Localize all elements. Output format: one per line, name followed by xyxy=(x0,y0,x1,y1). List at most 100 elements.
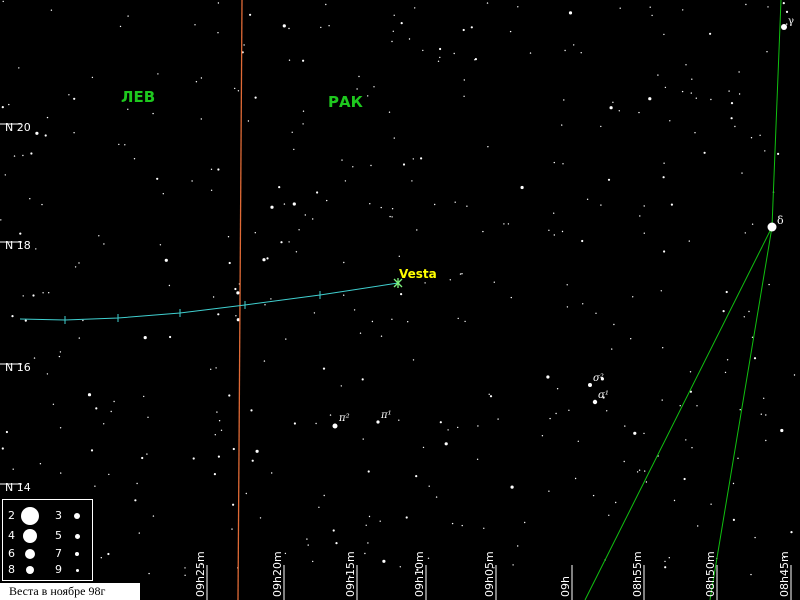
field-star xyxy=(546,375,550,379)
field-star xyxy=(210,168,213,170)
field-star xyxy=(283,203,286,205)
field-star xyxy=(487,146,489,148)
field-star xyxy=(520,185,524,190)
field-star xyxy=(234,87,236,90)
field-star xyxy=(748,310,750,313)
field-star xyxy=(663,162,665,164)
field-star xyxy=(503,223,505,225)
field-star xyxy=(782,1,785,5)
field-star xyxy=(35,248,37,250)
field-star xyxy=(765,414,767,416)
field-star xyxy=(407,321,409,323)
field-star xyxy=(280,241,283,244)
field-star xyxy=(439,47,442,51)
field-star xyxy=(44,134,47,137)
field-star xyxy=(739,409,741,411)
field-star xyxy=(600,204,602,206)
dec-tick-label: N 18 xyxy=(5,239,31,252)
field-star xyxy=(648,97,652,101)
field-star xyxy=(615,501,617,504)
ra-tick-label: 09h xyxy=(559,576,572,597)
field-star xyxy=(232,503,235,506)
field-star xyxy=(210,368,212,370)
field-star xyxy=(607,178,611,181)
field-star xyxy=(361,378,364,381)
field-star xyxy=(751,223,754,225)
field-star xyxy=(750,573,752,576)
field-star xyxy=(1,447,4,450)
field-star xyxy=(262,258,266,262)
field-star xyxy=(422,49,424,52)
field-star xyxy=(22,295,24,297)
field-star xyxy=(437,60,440,62)
field-star xyxy=(103,243,105,245)
star-sigma1[interactable]: σ¹ xyxy=(592,390,609,405)
field-star xyxy=(710,98,712,101)
field-star xyxy=(237,90,240,92)
field-star xyxy=(2,0,4,3)
field-star xyxy=(100,557,103,559)
field-star xyxy=(741,172,743,174)
field-star xyxy=(245,492,247,495)
field-star xyxy=(509,30,512,33)
field-star xyxy=(461,273,463,275)
field-star xyxy=(162,193,164,195)
field-star xyxy=(638,469,641,471)
field-star xyxy=(293,148,295,151)
field-star xyxy=(412,158,414,160)
field-star xyxy=(91,76,94,79)
field-star xyxy=(73,97,76,100)
field-star xyxy=(24,319,27,322)
sky-map: Vesta ЛЕВ РАК δ γ π² π¹ σ² σ¹ N 20N 18N … xyxy=(0,0,796,600)
legend-magnitude-dot xyxy=(21,507,39,525)
field-star xyxy=(146,453,148,455)
field-star xyxy=(133,158,136,160)
field-star xyxy=(59,427,62,429)
field-star xyxy=(74,266,77,268)
field-star xyxy=(365,524,367,526)
star-label-sigma1: σ¹ xyxy=(598,390,609,401)
field-star xyxy=(630,338,632,340)
figure-line-gamma-delta xyxy=(771,0,782,228)
star-delta[interactable]: δ xyxy=(767,214,785,232)
star-chart[interactable]: Vesta ЛЕВ РАК δ γ π² π¹ σ² σ¹ N 20 N 18 N … xyxy=(0,0,800,600)
right-ascension-axis: 09h25m 09h20m 09h15m 09h10m 09h05m 09h 08h55m 0… xyxy=(194,551,792,600)
field-star xyxy=(217,32,219,34)
field-star xyxy=(434,203,436,206)
field-star xyxy=(793,374,796,376)
field-star xyxy=(30,152,33,155)
vesta-track xyxy=(19,282,399,321)
field-star xyxy=(124,144,126,146)
field-star xyxy=(5,430,8,434)
field-star xyxy=(435,496,438,498)
field-star xyxy=(254,232,256,234)
field-star xyxy=(73,132,75,134)
field-star xyxy=(474,58,477,61)
field-star xyxy=(367,542,369,544)
field-star xyxy=(696,405,698,407)
field-star xyxy=(313,312,316,314)
field-star xyxy=(424,282,426,284)
field-star xyxy=(4,174,7,176)
field-star xyxy=(195,81,198,83)
star-pi1[interactable]: π¹ xyxy=(376,410,392,424)
field-star xyxy=(688,240,690,242)
field-star xyxy=(663,33,665,36)
star-gamma[interactable]: γ xyxy=(781,16,794,30)
field-star xyxy=(98,235,100,237)
field-star xyxy=(662,347,664,349)
field-star xyxy=(19,232,22,235)
star-sigma2[interactable]: σ² xyxy=(588,373,604,387)
ra-tick-label: 09h25m xyxy=(194,551,207,597)
field-star xyxy=(695,97,697,99)
field-star xyxy=(312,560,314,563)
field-star xyxy=(399,566,401,568)
field-star xyxy=(356,88,358,90)
field-star xyxy=(453,52,455,55)
field-star xyxy=(730,102,734,105)
star-pi2[interactable]: π² xyxy=(332,413,350,429)
field-star xyxy=(728,90,730,92)
star-label-pi2: π² xyxy=(338,413,350,424)
field-star xyxy=(200,77,203,79)
field-star xyxy=(46,116,49,119)
